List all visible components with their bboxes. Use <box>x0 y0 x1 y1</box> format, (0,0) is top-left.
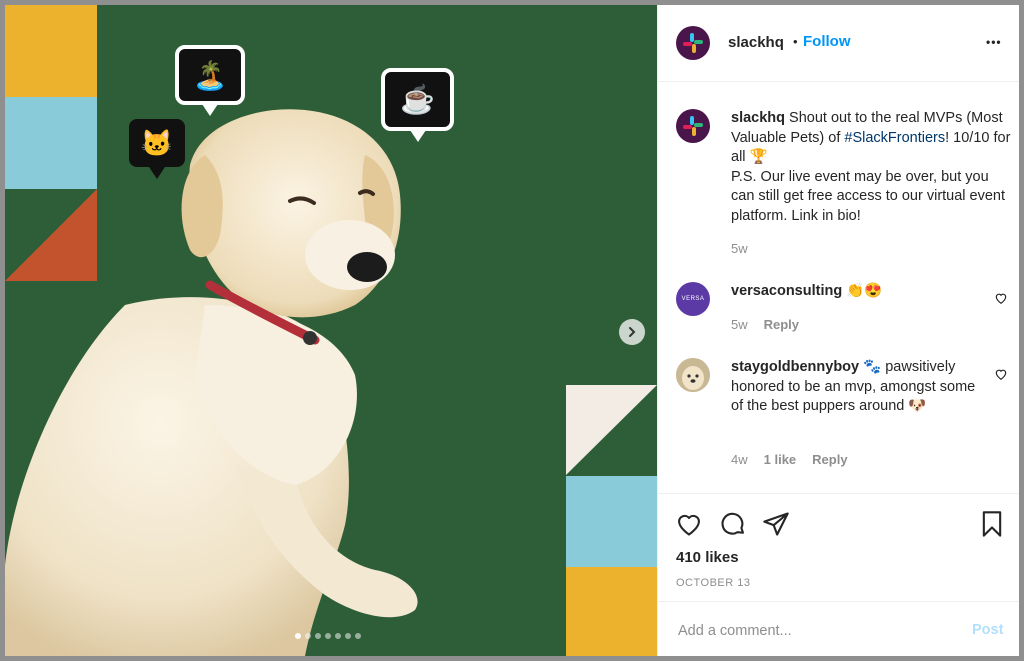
author-username[interactable]: slackhq <box>728 34 784 51</box>
follow-button[interactable]: Follow <box>803 33 851 50</box>
comment-meta: 5w Reply <box>731 317 799 332</box>
caption-username[interactable]: slackhq <box>731 110 785 126</box>
header-separator: • <box>793 34 798 49</box>
post-header: slackhq • Follow ••• <box>658 5 1019 82</box>
coffee-bubble: ☕ <box>381 68 454 142</box>
post-date: OCTOBER 13 <box>676 577 751 589</box>
puppy-image <box>5 109 418 656</box>
comment: staygoldbennyboy 🐾 pawsitively honored t… <box>731 358 991 417</box>
likes-count[interactable]: 410 likes <box>676 549 739 566</box>
comment-username[interactable]: versaconsulting <box>731 283 842 299</box>
more-options-button[interactable]: ••• <box>986 35 1002 49</box>
comment-input[interactable] <box>676 616 960 646</box>
caption-text-second: P.S. Our live event may be over, but you… <box>731 168 1006 224</box>
comment-avatar[interactable]: VERSA <box>676 282 710 316</box>
comment-bubble-icon[interactable] <box>719 510 747 538</box>
cat-bubble: 🐱 <box>129 119 185 179</box>
post-caption: slackhq Shout out to the real MVPs (Most… <box>731 109 1013 226</box>
like-heart-icon[interactable] <box>675 510 703 538</box>
comment-age[interactable]: 5w <box>731 317 748 332</box>
caption-age[interactable]: 5w <box>731 241 748 256</box>
slack-logo-icon <box>683 33 703 53</box>
comment: versaconsulting 👏😍 <box>731 282 991 302</box>
caption-hashtag[interactable]: #SlackFrontiers <box>844 130 945 146</box>
carousel-dot <box>335 633 341 639</box>
cat-emoji: 🐱 <box>140 127 174 158</box>
post-side-panel: slackhq • Follow ••• slackhq Shout out t… <box>657 5 1019 656</box>
slack-logo-icon <box>683 116 703 136</box>
like-comment-heart-icon[interactable] <box>994 291 1008 305</box>
chevron-right-icon <box>629 327 636 337</box>
post-comment-button[interactable]: Post <box>972 622 1003 638</box>
comment-likes[interactable]: 1 like <box>764 452 797 467</box>
comment-avatar[interactable] <box>676 358 710 392</box>
carousel-dot <box>355 633 361 639</box>
carousel-dot <box>295 633 301 639</box>
carousel-dot <box>315 633 321 639</box>
island-bubble: 🏝️ <box>175 45 245 116</box>
post-media[interactable]: 🏝️ 🐱 ☕ <box>5 5 657 656</box>
post-actions: 410 likes OCTOBER 13 <box>658 493 1019 602</box>
bookmark-icon[interactable] <box>978 510 1006 538</box>
instagram-post-window: 🏝️ 🐱 ☕ slackhq • Follow ••• slackhq Shou… <box>5 5 1019 656</box>
coffee-emoji: ☕ <box>400 84 435 115</box>
carousel-dot <box>305 633 311 639</box>
reply-button[interactable]: Reply <box>764 317 799 332</box>
comment-username[interactable]: staygoldbennyboy <box>731 359 859 375</box>
author-avatar[interactable] <box>676 26 710 60</box>
comment-meta: 4w 1 like Reply <box>731 452 848 467</box>
reply-button[interactable]: Reply <box>812 452 847 467</box>
carousel-next-button[interactable] <box>619 319 645 345</box>
caption-avatar[interactable] <box>676 109 710 143</box>
carousel-dot <box>345 633 351 639</box>
carousel-dot <box>325 633 331 639</box>
dog-avatar-icon <box>676 358 710 392</box>
avatar-label: VERSA <box>681 296 705 302</box>
comment-age[interactable]: 4w <box>731 452 748 467</box>
share-send-icon[interactable] <box>762 510 790 538</box>
like-comment-heart-icon[interactable] <box>994 367 1008 381</box>
add-comment-bar: Post <box>658 601 1019 656</box>
carousel-indicator <box>295 633 361 639</box>
comment-text: 👏😍 <box>846 283 883 299</box>
island-emoji: 🏝️ <box>192 59 228 91</box>
